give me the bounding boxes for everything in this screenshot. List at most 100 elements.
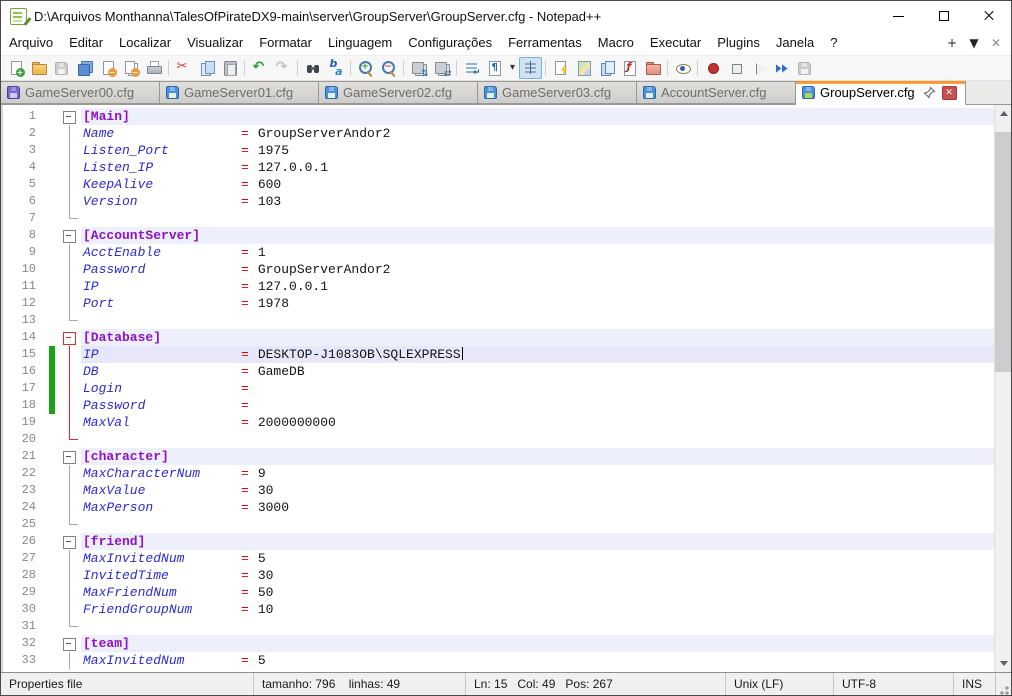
fold-marker[interactable] <box>59 465 81 482</box>
zoom-out-button[interactable] <box>377 57 400 79</box>
file-tab[interactable]: AccountServer.cfg <box>637 81 796 104</box>
fold-marker[interactable] <box>59 414 81 431</box>
save-all-button[interactable] <box>73 57 96 79</box>
monitoring-button[interactable] <box>671 57 694 79</box>
menu-item[interactable]: Configurações <box>400 31 500 55</box>
sync-vertical-scroll-button[interactable] <box>407 57 430 79</box>
file-tab[interactable]: GameServer03.cfg <box>478 81 637 104</box>
indent-guide-button[interactable] <box>519 57 542 79</box>
code-text[interactable]: KeepAlive=600 <box>81 176 994 193</box>
fold-marker[interactable] <box>59 108 81 125</box>
copy-button[interactable] <box>195 57 218 79</box>
code-text[interactable]: [character] <box>81 448 994 465</box>
code-text[interactable]: Password=GroupServerAndor2 <box>81 261 994 278</box>
save-button[interactable] <box>50 57 73 79</box>
code-text[interactable]: [Main] <box>81 108 994 125</box>
define-language-button[interactable] <box>549 57 572 79</box>
code-text[interactable]: IP=DESKTOP-J1083OB\SQLEXPRESS <box>81 346 994 363</box>
macro-play-button[interactable] <box>747 57 770 79</box>
separator[interactable] <box>403 60 404 76</box>
open-file-button[interactable] <box>27 57 50 79</box>
close-window-button[interactable] <box>966 1 1011 31</box>
fold-marker[interactable] <box>59 584 81 601</box>
scroll-up-arrow[interactable] <box>995 105 1012 122</box>
vertical-scrollbar[interactable] <box>994 105 1011 672</box>
scrollbar-thumb[interactable] <box>995 132 1012 372</box>
file-tab[interactable]: GameServer02.cfg <box>319 81 478 104</box>
fold-marker[interactable] <box>59 142 81 159</box>
separator[interactable] <box>297 60 298 76</box>
show-all-characters-dropdown[interactable] <box>506 57 519 79</box>
code-text[interactable]: AcctEnable=1 <box>81 244 994 261</box>
menu-item[interactable]: Janela <box>768 31 822 55</box>
fold-marker[interactable] <box>59 601 81 618</box>
maximize-button[interactable] <box>921 1 966 31</box>
new-file-button[interactable] <box>4 57 27 79</box>
fold-marker[interactable] <box>59 499 81 516</box>
fold-marker[interactable] <box>59 193 81 210</box>
code-text[interactable]: Password= <box>81 397 994 414</box>
code-text[interactable] <box>81 516 994 533</box>
code-text[interactable] <box>81 618 994 635</box>
fold-marker[interactable] <box>59 652 81 669</box>
code-text[interactable]: Version=103 <box>81 193 994 210</box>
new-tab-button[interactable]: + <box>941 36 963 50</box>
code-text[interactable]: [AccountServer] <box>81 227 994 244</box>
code-text[interactable]: Name=GroupServerAndor2 <box>81 125 994 142</box>
separator[interactable] <box>545 60 546 76</box>
fold-marker[interactable] <box>59 346 81 363</box>
code-text[interactable]: FriendGroupNum=10 <box>81 601 994 618</box>
tab-list-dropdown[interactable]: ▼ <box>963 36 985 50</box>
code-text[interactable]: [Database] <box>81 329 994 346</box>
document-map-button[interactable] <box>572 57 595 79</box>
code-text[interactable]: [friend] <box>81 533 994 550</box>
find-button[interactable] <box>301 57 324 79</box>
folder-as-workspace-button[interactable] <box>641 57 664 79</box>
code-area[interactable]: 1[Main] 2Name=GroupServerAndor2 3Listen_… <box>3 105 994 672</box>
fold-marker[interactable] <box>59 278 81 295</box>
zoom-in-button[interactable] <box>354 57 377 79</box>
fold-marker[interactable] <box>59 295 81 312</box>
menu-item[interactable]: Visualizar <box>179 31 251 55</box>
separator[interactable] <box>456 60 457 76</box>
replace-button[interactable] <box>324 57 347 79</box>
code-text[interactable]: MaxVal=2000000000 <box>81 414 994 431</box>
fold-marker[interactable] <box>59 448 81 465</box>
menu-item[interactable]: Editar <box>61 31 111 55</box>
file-tab[interactable]: GroupServer.cfg <box>796 81 966 105</box>
fold-marker[interactable] <box>59 210 81 227</box>
function-list-button[interactable] <box>618 57 641 79</box>
fold-marker[interactable] <box>59 363 81 380</box>
fold-marker[interactable] <box>59 482 81 499</box>
separator[interactable] <box>244 60 245 76</box>
macro-save-button[interactable] <box>793 57 816 79</box>
code-text[interactable] <box>81 431 994 448</box>
close-tab-icon[interactable] <box>942 86 957 100</box>
menu-item[interactable]: ? <box>822 31 845 55</box>
pin-tab-icon[interactable] <box>923 86 936 99</box>
undo-button[interactable] <box>248 57 271 79</box>
document-list-button[interactable] <box>595 57 618 79</box>
file-tab[interactable]: GameServer00.cfg <box>1 81 160 104</box>
code-text[interactable]: Listen_Port=1975 <box>81 142 994 159</box>
code-text[interactable]: DB=GameDB <box>81 363 994 380</box>
word-wrap-button[interactable] <box>460 57 483 79</box>
paste-button[interactable] <box>218 57 241 79</box>
menu-item[interactable]: Plugins <box>709 31 768 55</box>
fold-marker[interactable] <box>59 516 81 533</box>
menu-item[interactable]: Macro <box>590 31 642 55</box>
fold-marker[interactable] <box>59 329 81 346</box>
code-text[interactable]: IP=127.0.0.1 <box>81 278 994 295</box>
fold-marker[interactable] <box>59 159 81 176</box>
separator[interactable] <box>168 60 169 76</box>
file-tab[interactable]: GameServer01.cfg <box>160 81 319 104</box>
fold-marker[interactable] <box>59 431 81 448</box>
fold-marker[interactable] <box>59 176 81 193</box>
code-text[interactable]: MaxCharacterNum=9 <box>81 465 994 482</box>
sync-horizontal-scroll-button[interactable] <box>430 57 453 79</box>
close-all-button[interactable] <box>119 57 142 79</box>
code-text[interactable]: MaxPerson=3000 <box>81 499 994 516</box>
macro-run-multiple-button[interactable] <box>770 57 793 79</box>
menu-item[interactable]: Ferramentas <box>500 31 590 55</box>
fold-marker[interactable] <box>59 380 81 397</box>
